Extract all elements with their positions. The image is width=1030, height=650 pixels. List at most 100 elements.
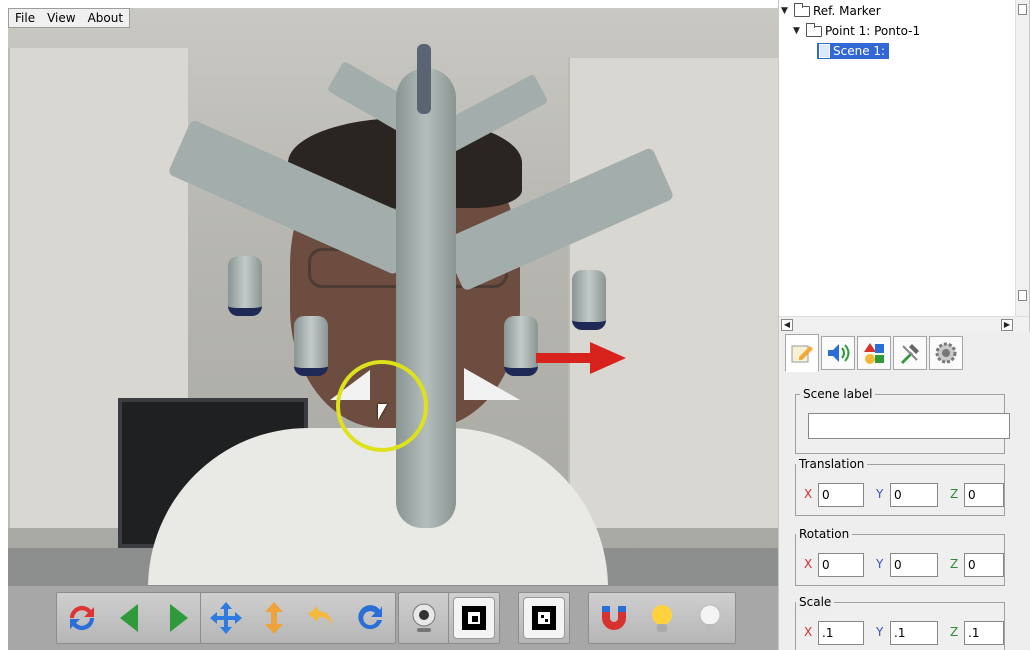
scale-x-input[interactable] — [818, 621, 864, 645]
rotation-z-input[interactable] — [964, 553, 1004, 577]
marker-alt-button[interactable] — [523, 597, 565, 639]
x-axis-arrow[interactable] — [536, 353, 594, 363]
scale-group: Scale X Y Z — [795, 594, 1005, 650]
next-button[interactable] — [157, 597, 199, 639]
redo-button[interactable] — [349, 597, 391, 639]
redo-icon — [358, 605, 382, 630]
webcam-button[interactable] — [403, 597, 445, 639]
rotation-x-input[interactable] — [818, 553, 864, 577]
webcam-icon — [412, 603, 436, 632]
tree-node-scene[interactable]: Scene 1: — [817, 43, 890, 59]
pencil-icon — [791, 345, 813, 363]
gear-icon — [935, 342, 957, 364]
bottom-toolbar — [8, 585, 778, 650]
rotation-y-input[interactable] — [890, 553, 938, 577]
scale-title: Scale — [796, 594, 835, 610]
rotation-y-label: Y — [876, 557, 884, 571]
speaker-icon — [828, 344, 850, 362]
toolbar-group-navigation — [56, 592, 204, 644]
previous-icon — [120, 604, 138, 632]
tree-horizontal-scrollbar[interactable]: ◀ ▶ — [779, 316, 1029, 332]
tree-vertical-scrollbar[interactable] — [1015, 0, 1029, 316]
tree-node-label: Ref. Marker — [813, 4, 881, 18]
scroll-left-icon[interactable]: ◀ — [781, 319, 793, 331]
rotation-x-label: X — [804, 557, 813, 571]
airplane-engine — [228, 256, 262, 316]
refresh-button[interactable] — [61, 597, 103, 639]
airplane-fuselage[interactable] — [396, 68, 456, 528]
translation-y-input[interactable] — [890, 483, 938, 507]
toolbar-group-tools — [588, 592, 736, 644]
tree-node-ref-marker[interactable]: ▼ Ref. Marker — [781, 2, 881, 18]
translation-title: Translation — [796, 456, 868, 472]
scale-z-label: Z — [950, 625, 959, 639]
translation-group: Translation X Y Z — [795, 456, 1005, 516]
tree-node-label: Scene 1: — [833, 44, 886, 58]
rotation-title: Rotation — [796, 526, 853, 542]
property-tabs — [778, 332, 1030, 372]
tab-settings[interactable] — [929, 336, 963, 370]
camera-viewport[interactable] — [8, 8, 778, 585]
airplane-engine — [572, 270, 606, 330]
tab-shapes[interactable] — [857, 336, 891, 370]
scene-label-group: Scene label — [795, 386, 1010, 454]
menu-view[interactable]: View — [41, 9, 81, 27]
tree-node-label: Point 1: Ponto-1 — [825, 24, 921, 38]
toolbar-group-marker — [448, 592, 500, 644]
translation-z-input[interactable] — [964, 483, 1004, 507]
tab-tools[interactable] — [893, 336, 927, 370]
marker-icon — [462, 606, 486, 630]
light-off-icon — [699, 604, 721, 632]
shapes-icon — [864, 343, 884, 364]
move-vertical-icon — [265, 602, 283, 634]
document-icon — [819, 44, 830, 58]
light-on-button[interactable] — [641, 597, 683, 639]
tab-sound[interactable] — [821, 336, 855, 370]
translation-y-label: Y — [876, 487, 884, 501]
tree-node-point[interactable]: ▼ Point 1: Ponto-1 — [793, 22, 921, 38]
translation-x-label: X — [804, 487, 813, 501]
translation-x-input[interactable] — [818, 483, 864, 507]
undo-button[interactable] — [301, 597, 343, 639]
magnet-button[interactable] — [593, 597, 635, 639]
next-icon — [170, 604, 188, 632]
airplane-tail-fin[interactable] — [417, 44, 431, 114]
light-on-icon — [652, 605, 672, 632]
toolbar-group-transform — [200, 592, 396, 644]
airplane-engine — [504, 316, 538, 376]
tools-icon — [901, 344, 919, 364]
x-axis-arrow-head[interactable] — [590, 342, 626, 374]
folder-icon — [794, 2, 810, 17]
scene-label-input[interactable] — [808, 413, 1010, 439]
folder-icon — [806, 22, 822, 37]
scale-y-input[interactable] — [890, 621, 938, 645]
tab-edit[interactable] — [785, 334, 819, 372]
expand-arrow-icon[interactable]: ▼ — [793, 26, 803, 36]
marker-triangle-right — [464, 368, 520, 400]
mouse-cursor-icon — [378, 404, 387, 420]
menubar: File View About — [8, 8, 131, 28]
scene-tree-panel: ▼ Ref. Marker ▼ Point 1: Ponto-1 Scene 1… — [778, 0, 1030, 332]
previous-button[interactable] — [109, 597, 151, 639]
light-off-button[interactable] — [689, 597, 731, 639]
scale-y-label: Y — [876, 625, 884, 639]
move-icon — [210, 602, 242, 634]
scene-label-title: Scene label — [800, 386, 876, 402]
translation-z-label: Z — [950, 487, 959, 501]
scale-z-input[interactable] — [964, 621, 1004, 645]
move-vertical-button[interactable] — [253, 597, 295, 639]
move-button[interactable] — [205, 597, 247, 639]
scale-x-label: X — [804, 625, 813, 639]
scroll-up-icon[interactable] — [1018, 4, 1027, 15]
rotation-z-label: Z — [950, 557, 959, 571]
airplane-engine — [294, 316, 328, 376]
menu-file[interactable]: File — [9, 9, 41, 27]
marker-alt-icon — [532, 606, 556, 630]
scroll-right-icon[interactable]: ▶ — [1001, 319, 1013, 331]
expand-arrow-icon[interactable]: ▼ — [781, 6, 791, 16]
refresh-icon — [69, 605, 95, 631]
marker-button[interactable] — [453, 597, 495, 639]
menu-about[interactable]: About — [82, 9, 129, 27]
scroll-down-icon[interactable] — [1018, 290, 1027, 301]
toolbar-group-camera — [398, 592, 450, 644]
